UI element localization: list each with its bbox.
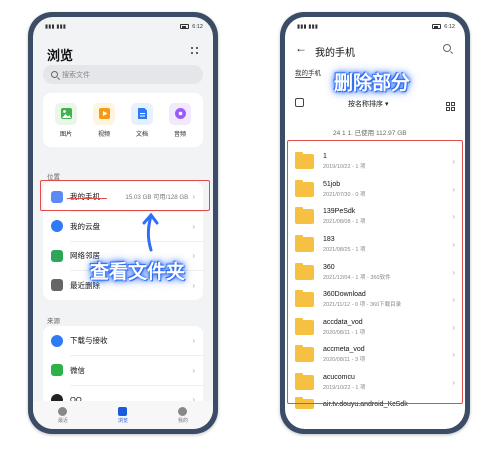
search-placeholder: 搜索文件 — [62, 71, 90, 79]
category-label: 音频 — [173, 131, 186, 138]
left-phone: ▮▮▮ ▮▮▮ 6:12 浏览 搜索文件 图片 视频 文档 音频 位置 我的手机… — [28, 12, 218, 434]
nav-label: 最近 — [57, 417, 68, 424]
source-wechat[interactable]: 微信 › — [43, 356, 203, 385]
profile-icon — [178, 406, 188, 416]
breadcrumb[interactable]: 我的手机 — [295, 67, 321, 77]
search-button[interactable] — [443, 44, 453, 54]
category-audio[interactable]: 音频 — [169, 102, 191, 138]
battery-icon — [432, 24, 442, 29]
source-label: 微信 — [70, 365, 85, 375]
status-bar: ▮▮▮ ▮▮▮ 6:12 — [285, 17, 465, 33]
storage-usage: 24 1 1. 已使用 112.97 GB — [333, 130, 407, 137]
status-bar: ▮▮▮ ▮▮▮ 6:12 — [33, 17, 213, 33]
nav-recent[interactable]: 最近 — [57, 406, 68, 424]
page-title: 我的手机 — [315, 48, 355, 59]
search-input[interactable]: 搜索文件 — [43, 65, 203, 84]
source-label: 下载与接收 — [70, 336, 108, 345]
category-grid: 图片 视频 文档 音频 — [43, 93, 203, 147]
sort-dropdown[interactable]: 按名称排序 ▾ — [348, 99, 388, 109]
search-icon — [51, 71, 58, 78]
new-folder-icon[interactable] — [295, 98, 304, 107]
bottom-nav: 最近 浏览 我的 — [33, 401, 213, 429]
category-documents[interactable]: 文档 — [131, 102, 153, 138]
video-icon — [93, 102, 115, 125]
nav-label: 浏览 — [117, 417, 128, 424]
signal-indicator: ▮▮▮ ▮▮▮ — [297, 23, 319, 30]
chevron-right-icon: › — [192, 365, 195, 375]
network-icon — [51, 249, 63, 262]
cloud-icon — [51, 220, 63, 232]
image-icon — [55, 102, 77, 125]
search-icon — [443, 44, 451, 52]
arrow-up-icon — [142, 212, 159, 252]
document-icon — [131, 102, 153, 125]
page-title: 浏览 — [47, 48, 74, 63]
status-time: 6:12 — [192, 23, 203, 30]
annotation-delete-part: 删除部分 — [334, 73, 411, 94]
trash-icon — [51, 279, 63, 291]
category-label: 视频 — [97, 131, 110, 138]
location-my-cloud[interactable]: 我的云盘 › — [43, 212, 203, 241]
back-arrow-icon[interactable]: ← — [295, 41, 307, 55]
chevron-right-icon: › — [192, 280, 195, 290]
underline-mark — [67, 198, 107, 199]
highlight-box — [287, 140, 463, 404]
grid-view-icon[interactable] — [446, 98, 455, 111]
breadcrumb-underline — [295, 77, 311, 78]
annotation-view-folder: 查看文件夹 — [90, 262, 186, 283]
category-videos[interactable]: 视频 — [93, 102, 115, 138]
category-images[interactable]: 图片 — [55, 102, 77, 138]
folder-icon — [118, 406, 128, 416]
status-time: 6:12 — [444, 23, 455, 30]
audio-icon — [169, 102, 191, 125]
nav-label: 我的 — [177, 417, 188, 424]
download-icon — [51, 334, 63, 347]
more-options-icon[interactable] — [191, 47, 199, 55]
clock-icon — [58, 406, 68, 416]
left-screen: ▮▮▮ ▮▮▮ 6:12 浏览 搜索文件 图片 视频 文档 音频 位置 我的手机… — [33, 17, 213, 429]
nav-mine[interactable]: 我的 — [177, 406, 188, 424]
battery-icon — [180, 24, 190, 29]
location-label: 我的云盘 — [70, 221, 100, 231]
category-label: 文档 — [135, 131, 148, 138]
highlight-box — [40, 180, 210, 211]
chevron-right-icon: › — [192, 336, 195, 345]
source-downloads[interactable]: 下载与接收 › — [43, 326, 203, 355]
signal-indicator: ▮▮▮ ▮▮▮ — [45, 23, 67, 30]
nav-browse[interactable]: 浏览 — [117, 406, 128, 424]
chevron-right-icon: › — [192, 221, 195, 231]
category-label: 图片 — [59, 131, 72, 138]
wechat-icon — [51, 364, 63, 376]
source-section-label: 来源 — [47, 318, 60, 325]
chevron-right-icon: › — [192, 251, 195, 260]
